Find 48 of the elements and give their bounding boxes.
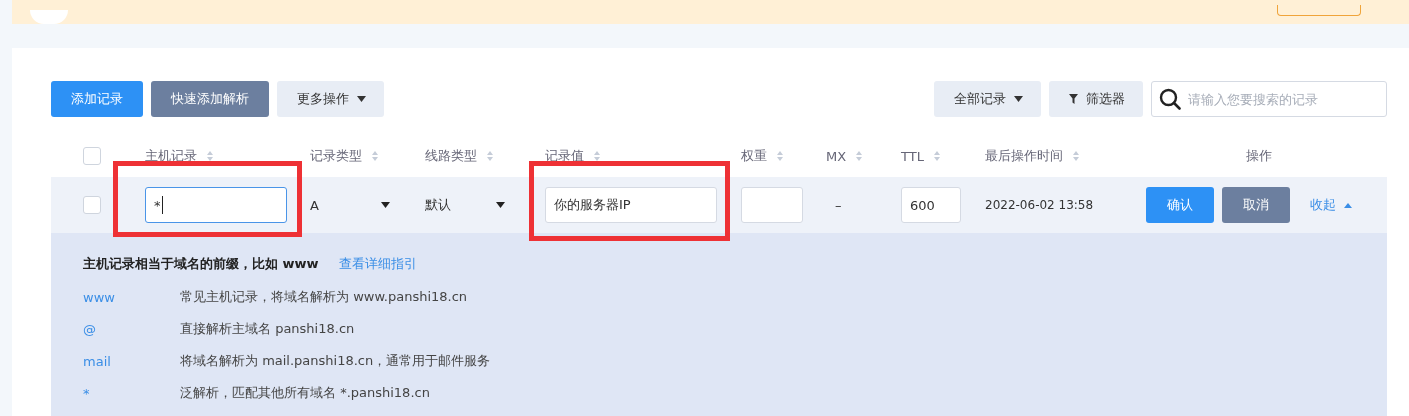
record-type-select[interactable]: A [310,197,400,213]
column-header: 主机记录 [145,147,197,165]
checkbox[interactable] [83,196,101,214]
column-header: TTL [901,148,924,164]
ttl-input[interactable]: 600 [901,187,961,223]
host-example: * [83,385,91,401]
sort-icon[interactable] [487,151,493,161]
caret-icon [1014,96,1023,102]
sort-icon[interactable] [933,151,940,161]
column-header: 最后操作时间 [985,147,1063,165]
column-header: 记录类型 [310,147,362,165]
column-header: 操作 [1246,147,1272,165]
value-input[interactable]: 你的服务器IP [545,187,717,223]
cancel-button[interactable]: 取消 [1222,187,1290,223]
column-header: MX [826,148,847,164]
toolbar-button[interactable]: 更多操作 [277,81,384,117]
column-header: 权重 [741,147,767,165]
weight-input[interactable] [741,187,803,223]
mx-value: – [834,197,842,213]
toolbar-button[interactable]: 全部记录 [934,81,1041,117]
host-input[interactable]: * [145,187,287,223]
sort-icon[interactable] [856,151,863,161]
sort-icon[interactable] [1073,151,1079,161]
toolbar-button[interactable]: 筛选器 [1049,81,1143,117]
host-example: @ [83,321,97,337]
sort-icon[interactable] [372,151,378,161]
caret-icon [496,202,505,208]
host-description: 泛解析，匹配其他所有域名 *.panshi18.cn [180,384,430,402]
host-description: 将域名解析为 mail.panshi18.cn，通常用于邮件服务 [180,352,491,370]
column-header: 记录值 [545,147,584,165]
help-title: 主机记录相当于域名的前缀，比如 www [83,255,319,273]
caret-up-icon [1344,202,1352,208]
last-modified-time: 2022-06-02 13:58 [985,198,1094,212]
search-field[interactable]: 请输入您要搜索的记录 [1151,81,1387,117]
host-description: 常见主机记录，将域名解析为 www.panshi18.cn [180,288,468,306]
sort-icon[interactable] [207,151,213,161]
sort-icon[interactable] [594,151,600,161]
host-description: 直接解析主域名 panshi18.cn [180,320,355,338]
host-example: mail [83,353,112,369]
toolbar-button[interactable]: 快速添加解析 [151,81,269,117]
filter-icon [1069,94,1078,104]
caret-icon [357,96,366,102]
caret-icon [381,202,390,208]
sort-icon[interactable] [777,151,783,161]
host-example: www [83,289,116,305]
column-header: 线路类型 [425,147,477,165]
line-type-select[interactable]: 默认 [425,196,515,214]
checkbox[interactable] [83,147,101,165]
